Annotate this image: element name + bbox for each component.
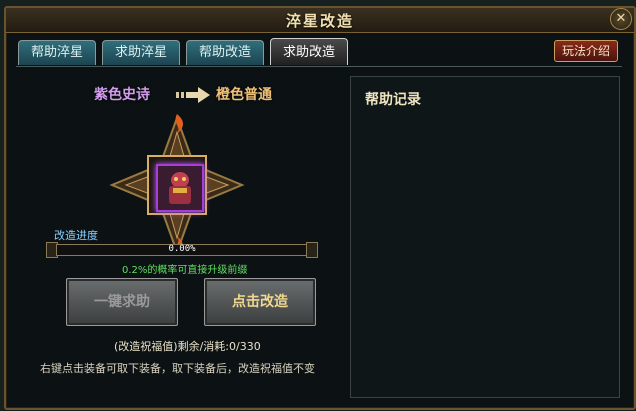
close-button[interactable]: ✕ <box>610 8 632 30</box>
one-click-help-button[interactable]: 一键求助 <box>66 278 178 326</box>
tab-help-forge[interactable]: 帮助改造 <box>186 40 264 65</box>
equipment-frame <box>102 110 252 260</box>
help-record-panel[interactable]: 帮助记录 <box>350 76 620 398</box>
tab-label: 帮助改造 <box>198 45 251 60</box>
tab-label: 求助改造 <box>282 45 335 60</box>
equipment-slot[interactable] <box>156 164 204 212</box>
progress-percent: 0.00% <box>168 244 196 254</box>
forge-button[interactable]: 点击改造 <box>204 278 316 326</box>
purple-epic-chest-armor-icon <box>158 166 202 210</box>
tab-label: 帮助淬星 <box>30 45 83 60</box>
tab-label: 求助淬星 <box>114 45 167 60</box>
tab-help-star[interactable]: 帮助淬星 <box>18 40 96 65</box>
progress-endcap-right <box>306 242 318 258</box>
blessing-value: (改造祝福值)剩余/消耗:0/330 <box>114 340 261 353</box>
help-record-title: 帮助记录 <box>365 92 421 108</box>
arrow-right-icon <box>176 87 210 103</box>
upgrade-path: 紫色史诗 橙色普通 <box>94 84 294 106</box>
forge-window: 淬星改造 ✕ 帮助淬星 求助淬星 帮助改造 求助改造 玩法介绍 紫色史诗 橙色普… <box>4 6 636 410</box>
window-title: 淬星改造 <box>285 12 354 30</box>
from-quality-label: 紫色史诗 <box>94 87 150 103</box>
tab-request-forge[interactable]: 求助改造 <box>270 38 348 65</box>
chance-note: 0.2%的概率可直接升级前缀 <box>122 265 248 276</box>
tab-divider <box>16 66 622 67</box>
title-bar[interactable]: 淬星改造 ✕ <box>6 8 634 33</box>
progress-label: 改造进度 <box>54 229 98 242</box>
guide-button[interactable]: 玩法介绍 <box>554 40 618 62</box>
to-quality-label: 橙色普通 <box>216 87 272 103</box>
progress-track: 0.00% <box>56 244 308 256</box>
close-icon: ✕ <box>615 11 627 26</box>
progress-bar: 0.00% <box>46 242 318 258</box>
forge-section: 紫色史诗 橙色普通 改造进度 0.00% 0.2%的概率可直接升级前缀 一键求助… <box>16 70 338 398</box>
tab-request-star[interactable]: 求助淬星 <box>102 40 180 65</box>
hint-text: 右键点击装备可取下装备，取下装备后，改造祝福值不变 <box>40 362 315 375</box>
